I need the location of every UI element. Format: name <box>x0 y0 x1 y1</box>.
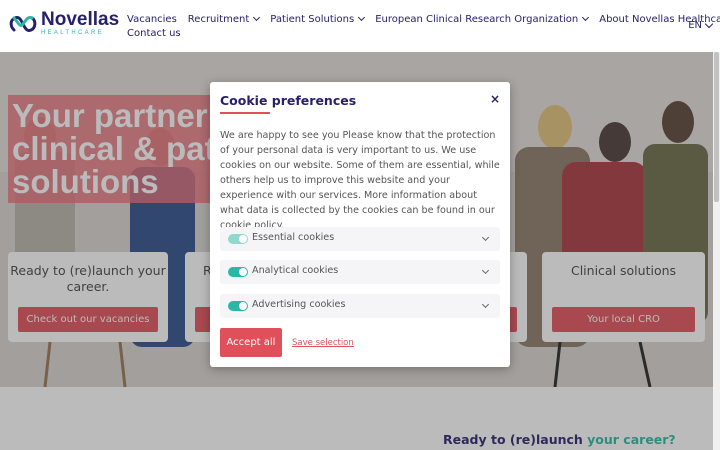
chevron-down-icon <box>358 13 366 22</box>
logo-name: Novellas <box>41 9 120 30</box>
accept-all-button[interactable]: Accept all <box>220 328 282 357</box>
nav-item-patient-solutions[interactable]: Patient Solutions <box>270 12 366 26</box>
modal-title: Cookie preferences <box>220 93 357 108</box>
nav-item-recruitment[interactable]: Recruitment <box>188 12 261 26</box>
chevron-down-icon <box>704 19 714 29</box>
chevron-down-icon[interactable] <box>481 233 490 242</box>
option-essential-cookies[interactable]: Essential cookies <box>220 227 500 251</box>
logo-subtitle: HEALTHCARE <box>41 30 104 36</box>
scrollbar-thumb[interactable] <box>714 52 719 202</box>
language-label: EN <box>688 20 702 31</box>
save-selection-link[interactable]: Save selection <box>292 338 354 348</box>
chevron-down-icon[interactable] <box>481 266 490 275</box>
option-label: Essential cookies <box>252 232 335 243</box>
close-icon[interactable]: × <box>490 92 500 106</box>
essential-toggle <box>228 234 248 244</box>
advertising-toggle[interactable] <box>228 301 248 311</box>
chevron-down-icon <box>253 13 261 22</box>
chevron-down-icon[interactable] <box>481 300 490 309</box>
nav-item-vacancies[interactable]: Vacancies <box>127 12 177 26</box>
chevron-down-icon <box>582 13 590 22</box>
title-underline <box>220 112 270 114</box>
nav-item-contact[interactable]: Contact us <box>127 26 181 40</box>
cookie-modal: Cookie preferences × We are happy to see… <box>210 82 510 367</box>
analytical-toggle[interactable] <box>228 267 248 277</box>
main-nav: Vacancies Recruitment Patient Solutions … <box>127 12 720 40</box>
logo-icon <box>9 16 37 32</box>
site-header: Novellas HEALTHCARE Vacancies Recruitmen… <box>0 0 720 52</box>
nav-item-european-cro[interactable]: European Clinical Research Organization <box>375 12 590 26</box>
logo[interactable]: Novellas HEALTHCARE <box>8 10 119 38</box>
language-selector[interactable]: EN <box>688 19 714 31</box>
option-advertising-cookies[interactable]: Advertising cookies <box>220 294 500 318</box>
option-label: Analytical cookies <box>252 265 339 276</box>
option-analytical-cookies[interactable]: Analytical cookies <box>220 260 500 284</box>
option-label: Advertising cookies <box>252 299 346 310</box>
cookie-description: We are happy to see you Please know that… <box>220 130 500 231</box>
